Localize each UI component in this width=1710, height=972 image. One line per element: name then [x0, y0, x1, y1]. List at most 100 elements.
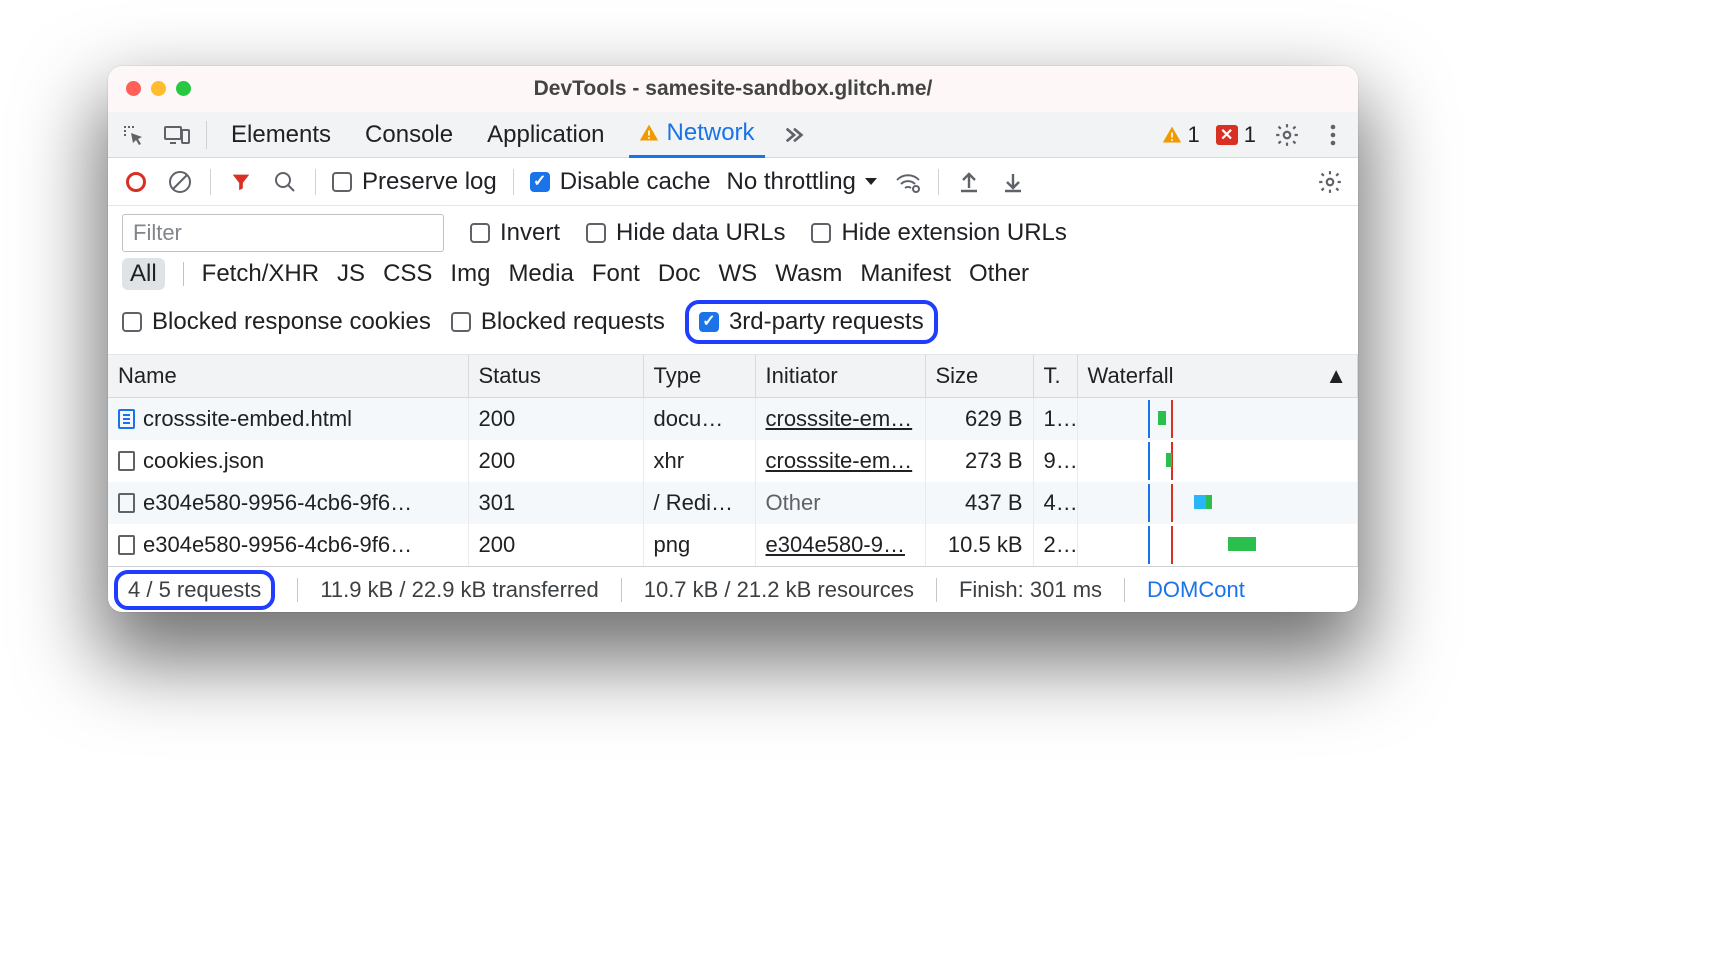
hide-data-urls-checkbox[interactable]: Hide data URLs [586, 219, 785, 247]
network-toolbar: Preserve log Disable cache No throttling [108, 158, 1358, 206]
upload-har-icon[interactable] [955, 168, 983, 196]
cell-type: png [643, 524, 755, 566]
filter-wasm[interactable]: Wasm [775, 260, 842, 288]
clear-button[interactable] [166, 168, 194, 196]
record-button[interactable] [122, 168, 150, 196]
third-party-requests-highlight: 3rd-party requests [685, 300, 938, 344]
network-conditions-icon[interactable] [894, 168, 922, 196]
cell-initiator[interactable]: crosssite-em… [755, 398, 925, 441]
cell-waterfall [1077, 440, 1358, 482]
cell-initiator[interactable]: crosssite-em… [755, 440, 925, 482]
settings-icon[interactable] [1272, 120, 1302, 150]
close-icon[interactable] [126, 81, 141, 96]
cell-waterfall [1077, 524, 1358, 566]
cell-status: 200 [468, 440, 643, 482]
tab-network[interactable]: Network [629, 112, 765, 158]
filter-fetch-xhr[interactable]: Fetch/XHR [202, 260, 319, 288]
resource-type-filters: All Fetch/XHR JS CSS Img Media Font Doc … [108, 256, 1358, 296]
blocked-requests-checkbox[interactable]: Blocked requests [451, 308, 665, 336]
filter-ws[interactable]: WS [719, 260, 758, 288]
cell-time: 1.. [1033, 398, 1077, 441]
col-waterfall[interactable]: Waterfall▲ [1077, 355, 1358, 398]
disable-cache-checkbox[interactable]: Disable cache [530, 168, 711, 196]
more-tabs-icon[interactable] [779, 120, 809, 150]
filter-bar: Filter Invert Hide data URLs Hide extens… [108, 206, 1358, 256]
resources-size: 10.7 kB / 21.2 kB resources [644, 577, 914, 603]
col-time[interactable]: T. [1033, 355, 1077, 398]
window-titlebar: DevTools - samesite-sandbox.glitch.me/ [108, 66, 1358, 112]
minimize-icon[interactable] [151, 81, 166, 96]
hide-extension-urls-checkbox[interactable]: Hide extension URLs [811, 219, 1066, 247]
zoom-icon[interactable] [176, 81, 191, 96]
issues-error-badge[interactable]: ✕ 1 [1216, 122, 1256, 148]
filter-input[interactable]: Filter [122, 214, 444, 252]
col-status[interactable]: Status [468, 355, 643, 398]
preserve-log-checkbox[interactable]: Preserve log [332, 168, 497, 196]
filter-all[interactable]: All [122, 258, 165, 290]
status-bar: 4 / 5 requests 11.9 kB / 22.9 kB transfe… [108, 566, 1358, 612]
throttling-select[interactable]: No throttling [726, 168, 877, 196]
window-title: DevTools - samesite-sandbox.glitch.me/ [108, 77, 1358, 101]
cell-size: 10.5 kB [925, 524, 1033, 566]
cell-name: cookies.json [108, 440, 468, 482]
devtools-window: DevTools - samesite-sandbox.glitch.me/ E… [108, 66, 1358, 612]
network-settings-icon[interactable] [1316, 168, 1344, 196]
inspect-icon[interactable] [118, 120, 148, 150]
document-icon [118, 409, 135, 429]
search-icon[interactable] [271, 168, 299, 196]
table-row[interactable]: crosssite-embed.html200docu…crosssite-em… [108, 398, 1358, 441]
filter-font[interactable]: Font [592, 260, 640, 288]
tab-console[interactable]: Console [355, 112, 463, 158]
cell-initiator[interactable]: Other [755, 482, 925, 524]
warning-icon [639, 123, 659, 143]
cell-size: 629 B [925, 398, 1033, 441]
filter-css[interactable]: CSS [383, 260, 432, 288]
cell-initiator[interactable]: e304e580-9… [755, 524, 925, 566]
device-toggle-icon[interactable] [162, 120, 192, 150]
advanced-filters: Blocked response cookies Blocked request… [108, 296, 1358, 355]
cell-status: 200 [468, 398, 643, 441]
window-controls [126, 81, 191, 96]
tab-application[interactable]: Application [477, 112, 614, 158]
cell-name: crosssite-embed.html [108, 398, 468, 441]
cell-time: 4.. [1033, 482, 1077, 524]
cell-name: e304e580-9956-4cb6-9f6… [108, 482, 468, 524]
third-party-requests-checkbox[interactable]: 3rd-party requests [699, 308, 924, 336]
download-har-icon[interactable] [999, 168, 1027, 196]
table-header: Name Status Type Initiator Size T. Water… [108, 355, 1358, 398]
cell-status: 200 [468, 524, 643, 566]
filter-icon[interactable] [227, 168, 255, 196]
cell-type: xhr [643, 440, 755, 482]
filter-other[interactable]: Other [969, 260, 1029, 288]
table-row[interactable]: e304e580-9956-4cb6-9f6…301/ Redi…Other43… [108, 482, 1358, 524]
network-table: Name Status Type Initiator Size T. Water… [108, 355, 1358, 566]
chevron-down-icon [864, 177, 878, 187]
cell-waterfall [1077, 482, 1358, 524]
issues-warning-badge[interactable]: 1 [1162, 122, 1200, 148]
cell-status: 301 [468, 482, 643, 524]
col-initiator[interactable]: Initiator [755, 355, 925, 398]
cell-size: 437 B [925, 482, 1033, 524]
filter-doc[interactable]: Doc [658, 260, 701, 288]
file-icon [118, 535, 135, 555]
cell-name: e304e580-9956-4cb6-9f6… [108, 524, 468, 566]
col-type[interactable]: Type [643, 355, 755, 398]
filter-js[interactable]: JS [337, 260, 365, 288]
filter-media[interactable]: Media [508, 260, 573, 288]
filter-img[interactable]: Img [450, 260, 490, 288]
error-icon: ✕ [1216, 125, 1238, 145]
cell-size: 273 B [925, 440, 1033, 482]
invert-checkbox[interactable]: Invert [470, 219, 560, 247]
cell-type: docu… [643, 398, 755, 441]
kebab-menu-icon[interactable] [1318, 120, 1348, 150]
col-size[interactable]: Size [925, 355, 1033, 398]
col-name[interactable]: Name [108, 355, 468, 398]
requests-count-highlight: 4 / 5 requests [114, 570, 275, 610]
table-row[interactable]: cookies.json200xhrcrosssite-em…273 B9.. [108, 440, 1358, 482]
filter-manifest[interactable]: Manifest [860, 260, 951, 288]
tab-elements[interactable]: Elements [221, 112, 341, 158]
table-row[interactable]: e304e580-9956-4cb6-9f6…200pnge304e580-9…… [108, 524, 1358, 566]
blocked-response-cookies-checkbox[interactable]: Blocked response cookies [122, 308, 431, 336]
domcontent-time: DOMCont [1147, 577, 1245, 603]
file-icon [118, 451, 135, 471]
